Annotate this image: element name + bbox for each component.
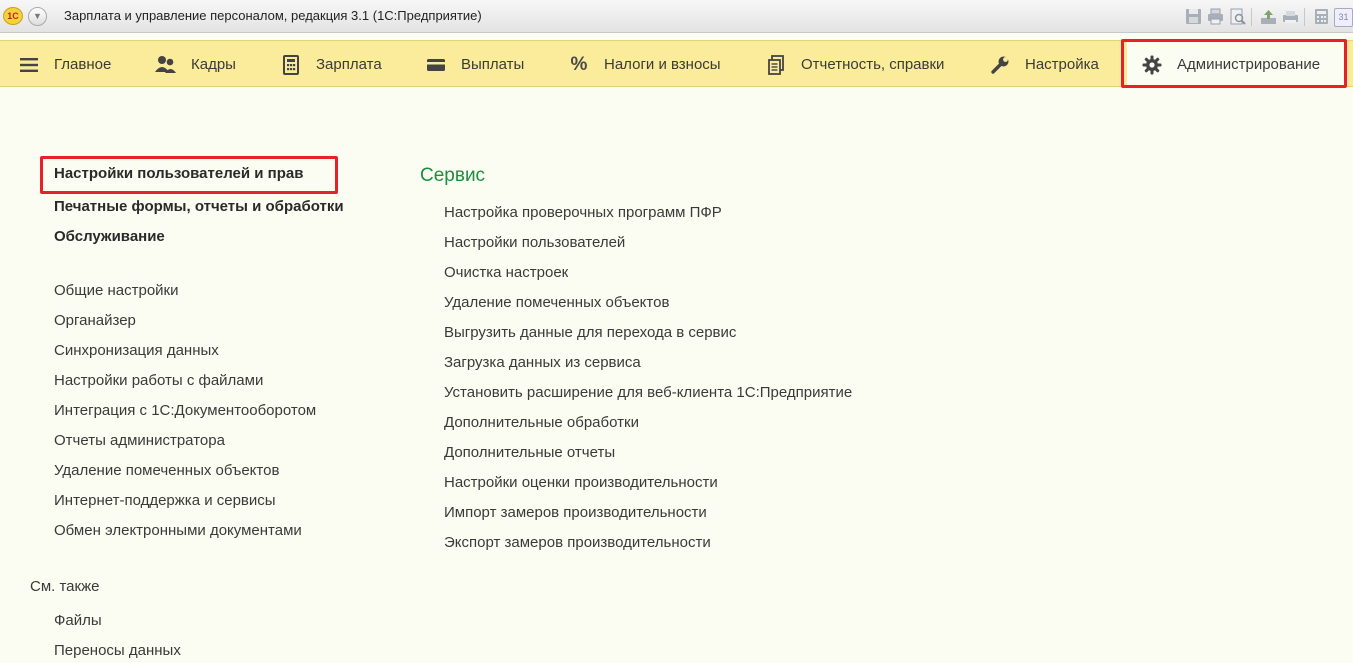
service-item[interactable]: Очистка настроек (444, 264, 568, 281)
service-item[interactable]: Дополнительные обработки (444, 414, 639, 431)
nav-organizer[interactable]: Органайзер (54, 312, 136, 329)
highlight-frame-administration (1121, 39, 1347, 88)
nav-general-settings[interactable]: Общие настройки (54, 282, 179, 299)
calculator-icon (280, 54, 302, 76)
highlight-frame-users (40, 156, 338, 194)
service-item[interactable]: Установить расширение для веб-клиента 1С… (444, 384, 852, 401)
nav-data-sync[interactable]: Синхронизация данных (54, 342, 219, 359)
service-item[interactable]: Удаление помеченных объектов (444, 294, 669, 311)
section-label: Главное (54, 56, 112, 73)
preview-icon[interactable] (1228, 8, 1247, 27)
service-item[interactable]: Импорт замеров производительности (444, 504, 707, 521)
print-icon[interactable] (1206, 8, 1225, 27)
percent-icon: % (570, 53, 588, 75)
window-title: Зарплата и управление персоналом, редакц… (64, 8, 482, 23)
people-icon (155, 54, 177, 76)
section-main[interactable]: Главное (18, 41, 111, 88)
service-item[interactable]: Настройки пользователей (444, 234, 625, 251)
see-also-data-transfers[interactable]: Переносы данных (54, 642, 181, 659)
section-settings[interactable]: Настройка (989, 41, 1099, 88)
upload-icon[interactable] (1259, 8, 1278, 27)
nav-print-forms-reports[interactable]: Печатные формы, отчеты и обработки (54, 198, 344, 215)
nav-maintenance[interactable]: Обслуживание (54, 228, 165, 245)
section-label: Выплаты (461, 56, 525, 73)
wallet-icon (425, 54, 447, 76)
nav-file-settings[interactable]: Настройки работы с файлами (54, 372, 263, 389)
section-salary[interactable]: Зарплата (280, 41, 382, 88)
nav-delete-marked[interactable]: Удаление помеченных объектов (54, 462, 279, 479)
calculator-icon[interactable] (1312, 8, 1331, 27)
service-item[interactable]: Загрузка данных из сервиса (444, 354, 641, 371)
toolbar-separator (1251, 8, 1252, 26)
service-item[interactable]: Настройка проверочных программ ПФР (444, 204, 722, 221)
save-icon[interactable] (1184, 8, 1203, 27)
section-taxes[interactable]: % Налоги и взносы (568, 41, 721, 88)
calendar-icon[interactable]: 31 (1334, 7, 1353, 27)
see-also-files[interactable]: Файлы (54, 612, 102, 629)
title-bar: 1С ▼ Зарплата и управление персоналом, р… (0, 0, 1353, 33)
nav-edi-exchange[interactable]: Обмен электронными документами (54, 522, 302, 539)
see-also-label: См. также (30, 578, 100, 595)
toolbar-separator (1304, 8, 1305, 26)
section-reports[interactable]: Отчетность, справки (765, 41, 944, 88)
service-item[interactable]: Настройки оценки производительности (444, 474, 718, 491)
section-personnel[interactable]: Кадры (155, 41, 236, 88)
service-item[interactable]: Экспорт замеров производительности (444, 534, 711, 551)
nav-admin-reports[interactable]: Отчеты администратора (54, 432, 225, 449)
section-label: Настройка (1025, 56, 1099, 73)
section-label: Налоги и взносы (604, 56, 721, 73)
documents-icon (765, 54, 787, 76)
nav-internet-support[interactable]: Интернет-поддержка и сервисы (54, 492, 276, 509)
title-toolbar: 31 (1181, 6, 1353, 28)
printer-icon[interactable] (1281, 8, 1300, 27)
section-label: Кадры (191, 56, 236, 73)
service-item[interactable]: Дополнительные отчеты (444, 444, 615, 461)
nav-docflow-integration[interactable]: Интеграция с 1С:Документооборотом (54, 402, 316, 419)
menu-lines-icon (18, 54, 40, 76)
service-group-title: Сервис (420, 165, 486, 186)
section-label: Зарплата (316, 56, 382, 73)
app-logo[interactable]: 1С (3, 7, 23, 25)
wrench-icon (989, 54, 1011, 76)
main-menu-button[interactable]: ▼ (28, 7, 47, 26)
section-payments[interactable]: Выплаты (425, 41, 524, 88)
section-label: Отчетность, справки (801, 56, 945, 73)
service-item[interactable]: Выгрузить данные для перехода в сервис (444, 324, 736, 341)
